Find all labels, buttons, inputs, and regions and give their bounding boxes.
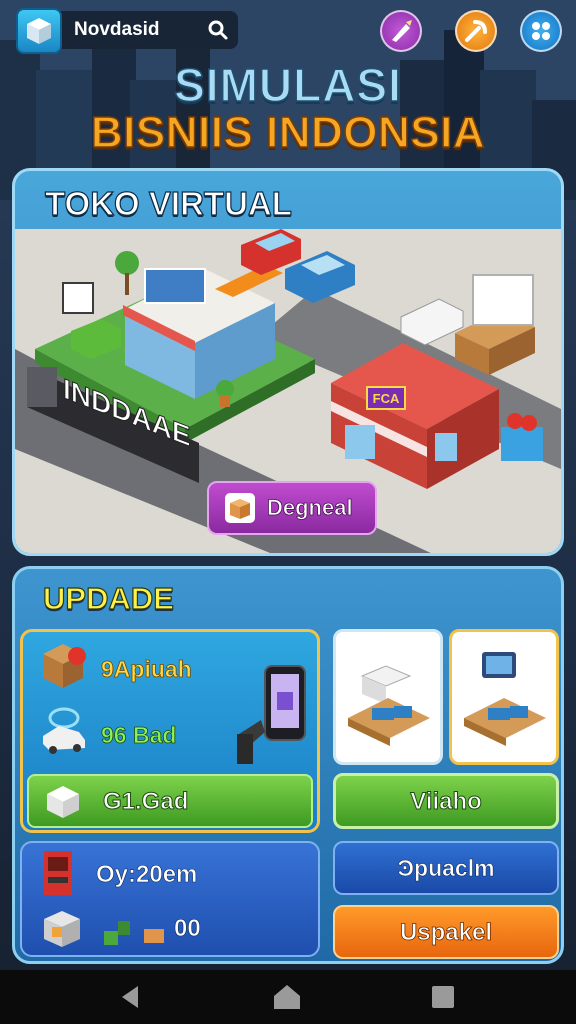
pencil-wand-icon xyxy=(392,20,412,42)
cube-icon xyxy=(47,786,79,818)
uspakel-button-label: Uspakel xyxy=(399,919,493,947)
search-bar[interactable]: Novdasid xyxy=(60,11,238,49)
degneal-button[interactable]: Degneal xyxy=(207,481,377,535)
resource-count: 00 xyxy=(174,915,201,943)
vending-machine-icon xyxy=(44,851,72,895)
system-nav-bar xyxy=(0,970,576,1024)
blue-action-button[interactable]: Ͽpuaclm xyxy=(333,841,559,895)
item-card-2[interactable] xyxy=(449,629,559,765)
pickaxe-button[interactable] xyxy=(455,10,497,52)
back-icon[interactable] xyxy=(116,982,146,1012)
box-icon xyxy=(43,644,86,688)
timer-text: Oy:20em xyxy=(96,861,198,889)
virtual-store-panel: TOKO VIRTUAL FCA INDDAAE Degneal xyxy=(12,168,564,556)
right-shop-sign-text: FCA xyxy=(373,391,400,406)
crate-icon xyxy=(44,911,80,947)
blue-action-button-label: Ͽpuaclm xyxy=(397,855,495,882)
car-icon xyxy=(43,707,85,754)
item-card-1[interactable] xyxy=(333,629,443,765)
green-status-bar[interactable]: G1.Gad xyxy=(27,774,313,828)
store-panel-title: TOKO VIRTUAL xyxy=(44,184,292,222)
pencil-wand-button[interactable] xyxy=(380,10,422,52)
app-name-text: Novdasid xyxy=(74,19,160,40)
stat-money: 9Apiuah xyxy=(101,656,193,683)
recents-icon[interactable] xyxy=(428,982,458,1012)
indicator-sign: INDDAAE xyxy=(27,367,199,483)
cube-logo-icon[interactable] xyxy=(16,8,62,54)
stats-card: 9Apiuah 96 Bad G1.Gad xyxy=(20,629,320,833)
viiaho-button-label: Viiaho xyxy=(410,788,483,816)
menu-button[interactable] xyxy=(520,10,562,52)
game-title-line2: BISNIIS INDONSIA xyxy=(90,107,486,158)
menu-grid-icon xyxy=(532,22,550,40)
box-icon xyxy=(225,493,255,523)
stat-vehicles: 96 Bad xyxy=(101,722,177,749)
info-card: Oy:20em 00 xyxy=(20,841,320,957)
degneal-button-label: Degneal xyxy=(267,495,353,521)
home-icon[interactable] xyxy=(272,982,302,1012)
store-display-item-icon xyxy=(464,652,546,746)
update-panel-title: UPDADE xyxy=(42,580,174,616)
viiaho-button[interactable]: Viiaho xyxy=(333,773,559,829)
top-bar: Novdasid xyxy=(0,0,576,62)
uspakel-button[interactable]: Uspakel xyxy=(333,905,559,959)
warehouse-item-icon xyxy=(348,665,430,746)
phone-payment-icon xyxy=(237,665,306,764)
update-panel: UPDADE 9Apiuah 96 Bad G1.Gad Viiaho Oy:2… xyxy=(12,566,564,964)
resource-blocks-icon xyxy=(104,921,164,945)
game-title-line1: SIMULASI xyxy=(173,58,402,112)
green-status-label: G1.Gad xyxy=(102,788,189,816)
pickaxe-icon xyxy=(465,20,487,42)
left-shop-sign xyxy=(144,268,206,304)
search-icon[interactable] xyxy=(206,18,230,42)
